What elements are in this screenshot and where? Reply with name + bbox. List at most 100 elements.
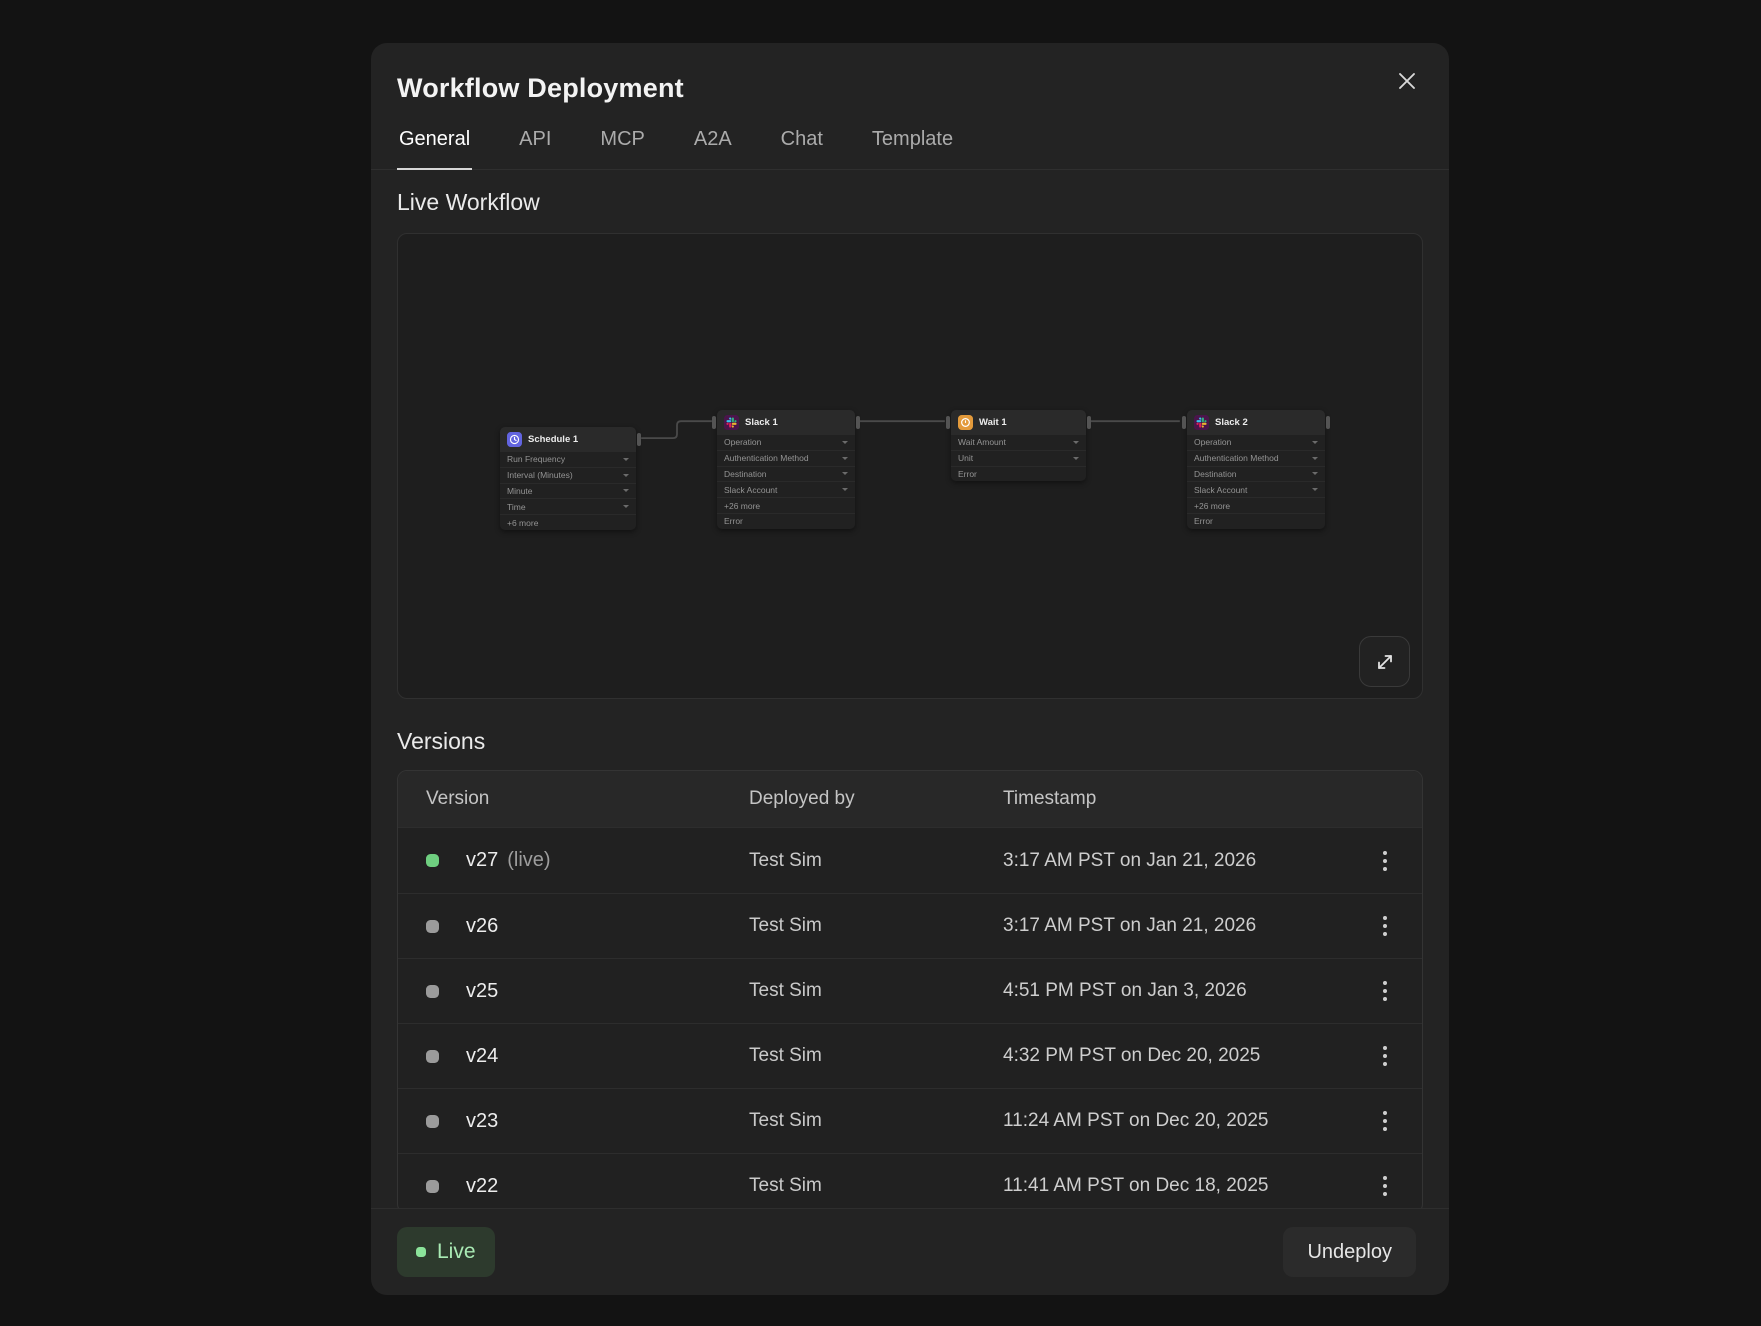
node-field-label: Unit xyxy=(958,453,973,463)
tab-label: API xyxy=(519,128,551,150)
caret-down-icon xyxy=(842,441,848,444)
node-field-row[interactable]: Operation xyxy=(717,434,855,450)
workflow-node-header[interactable]: Slack 1 xyxy=(717,410,855,434)
node-field-row[interactable]: Slack Account xyxy=(1187,481,1325,497)
close-icon xyxy=(1396,70,1418,92)
node-field-label: Operation xyxy=(724,437,761,447)
caret-down-icon xyxy=(623,458,629,461)
tab-label: Template xyxy=(872,128,953,150)
slack-icon xyxy=(724,415,739,430)
node-field-label: Authentication Method xyxy=(724,453,809,463)
live-status-label: Live xyxy=(437,1240,476,1264)
node-field-row: Error xyxy=(1187,513,1325,529)
node-title: Schedule 1 xyxy=(528,434,578,445)
node-field-row[interactable]: Minute xyxy=(500,483,636,499)
version-live-suffix: (live) xyxy=(507,849,550,872)
tab-template[interactable]: Template xyxy=(870,128,955,170)
kebab-menu-icon[interactable] xyxy=(1368,971,1402,1011)
node-fields: Operation Authentication Method Destinatio… xyxy=(1187,434,1325,529)
deployed-by-value: Test Sim xyxy=(749,1175,1003,1197)
page-background: { "modal": { "title": "Workflow Deployme… xyxy=(0,0,1761,1326)
table-row: v27 (live) Test Sim 3:17 AM PST on Jan 2… xyxy=(398,828,1422,893)
caret-down-icon xyxy=(1312,472,1318,475)
tab-a2a[interactable]: A2A xyxy=(692,128,734,170)
node-field-label: +26 more xyxy=(724,501,760,511)
wait-icon xyxy=(958,415,973,430)
kebab-menu-icon[interactable] xyxy=(1368,1101,1402,1141)
node-field-label: Error xyxy=(958,469,977,479)
workflow-node-header[interactable]: Slack 2 xyxy=(1187,410,1325,434)
right-handle[interactable] xyxy=(637,433,641,446)
node-field-row[interactable]: Slack Account xyxy=(717,481,855,497)
deployed-by-value: Test Sim xyxy=(749,915,1003,937)
right-handle[interactable] xyxy=(1087,416,1091,429)
node-field-row[interactable]: Destination xyxy=(1187,466,1325,482)
node-field-row[interactable]: Time xyxy=(500,498,636,514)
right-handle[interactable] xyxy=(1326,416,1330,429)
node-field-row[interactable]: Wait Amount xyxy=(951,434,1086,450)
node-title: Slack 2 xyxy=(1215,417,1248,428)
modal-header: Workflow Deployment xyxy=(371,43,1449,104)
table-row: v24 Test Sim 4:32 PM PST on Dec 20, 2025 xyxy=(398,1023,1422,1088)
workflow-deployment-modal: Workflow Deployment General API MCP A2A … xyxy=(371,43,1449,1295)
node-field-row[interactable]: Unit xyxy=(951,450,1086,466)
node-field-row: Error xyxy=(951,466,1086,482)
node-field-row[interactable]: Destination xyxy=(717,466,855,482)
deployed-by-value: Test Sim xyxy=(749,850,1003,872)
left-handle[interactable] xyxy=(712,416,716,429)
caret-down-icon xyxy=(1073,457,1079,460)
node-field-row[interactable]: Operation xyxy=(1187,434,1325,450)
column-header-deployed-by: Deployed by xyxy=(749,788,1003,810)
expand-button[interactable] xyxy=(1359,636,1410,687)
column-header-timestamp: Timestamp xyxy=(1003,788,1354,810)
node-field-row: +26 more xyxy=(1187,497,1325,513)
workflow-node[interactable]: Wait 1 Wait Amount Unit Error xyxy=(951,410,1086,481)
workflow-node[interactable]: Schedule 1 Run Frequency Interval (Minute… xyxy=(500,427,636,530)
live-status-dot-icon xyxy=(416,1247,426,1257)
close-button[interactable] xyxy=(1389,63,1425,99)
node-field-row[interactable]: Interval (Minutes) xyxy=(500,467,636,483)
node-title: Slack 1 xyxy=(745,417,778,428)
kebab-menu-icon[interactable] xyxy=(1368,841,1402,881)
timestamp-value: 4:51 PM PST on Jan 3, 2026 xyxy=(1003,980,1354,1002)
version-status-dot-icon xyxy=(426,1115,439,1128)
node-field-row[interactable]: Authentication Method xyxy=(717,450,855,466)
node-field-label: Run Frequency xyxy=(507,454,565,464)
caret-down-icon xyxy=(1073,441,1079,444)
modal-footer: Live Undeploy xyxy=(371,1208,1449,1295)
node-field-label: Authentication Method xyxy=(1194,453,1279,463)
left-handle[interactable] xyxy=(1182,416,1186,429)
modal-title: Workflow Deployment xyxy=(397,73,1423,104)
timestamp-value: 3:17 AM PST on Jan 21, 2026 xyxy=(1003,850,1354,872)
kebab-menu-icon[interactable] xyxy=(1368,1166,1402,1206)
caret-down-icon xyxy=(1312,441,1318,444)
tab-chat[interactable]: Chat xyxy=(779,128,825,170)
undeploy-button[interactable]: Undeploy xyxy=(1283,1227,1416,1277)
versions-table-body: v27 (live) Test Sim 3:17 AM PST on Jan 2… xyxy=(398,828,1422,1208)
tab-mcp[interactable]: MCP xyxy=(598,128,646,170)
node-field-row[interactable]: Authentication Method xyxy=(1187,450,1325,466)
left-handle[interactable] xyxy=(946,416,950,429)
version-status-dot-icon xyxy=(426,1180,439,1193)
node-fields: Operation Authentication Method Destinatio… xyxy=(717,434,855,529)
node-field-label: Slack Account xyxy=(1194,485,1247,495)
tab-api[interactable]: API xyxy=(517,128,553,170)
kebab-menu-icon[interactable] xyxy=(1368,906,1402,946)
version-label: v26 xyxy=(466,915,498,938)
workflow-node-header[interactable]: Schedule 1 xyxy=(500,427,636,451)
timestamp-value: 11:41 AM PST on Dec 18, 2025 xyxy=(1003,1175,1354,1197)
timestamp-value: 3:17 AM PST on Jan 21, 2026 xyxy=(1003,915,1354,937)
node-field-label: Wait Amount xyxy=(958,437,1006,447)
workflow-node-header[interactable]: Wait 1 xyxy=(951,410,1086,434)
workflow-canvas[interactable]: Schedule 1 Run Frequency Interval (Minute… xyxy=(397,233,1423,699)
kebab-menu-icon[interactable] xyxy=(1368,1036,1402,1076)
tab-general[interactable]: General xyxy=(397,128,472,170)
version-status-dot-icon xyxy=(426,1050,439,1063)
tab-label: General xyxy=(399,128,470,150)
node-field-label: Error xyxy=(1194,516,1213,526)
workflow-node[interactable]: Slack 2 Operation Authentication Method De… xyxy=(1187,410,1325,529)
tab-label: Chat xyxy=(781,128,823,150)
node-field-row[interactable]: Run Frequency xyxy=(500,451,636,467)
workflow-node[interactable]: Slack 1 Operation Authentication Method De… xyxy=(717,410,855,529)
right-handle[interactable] xyxy=(856,416,860,429)
